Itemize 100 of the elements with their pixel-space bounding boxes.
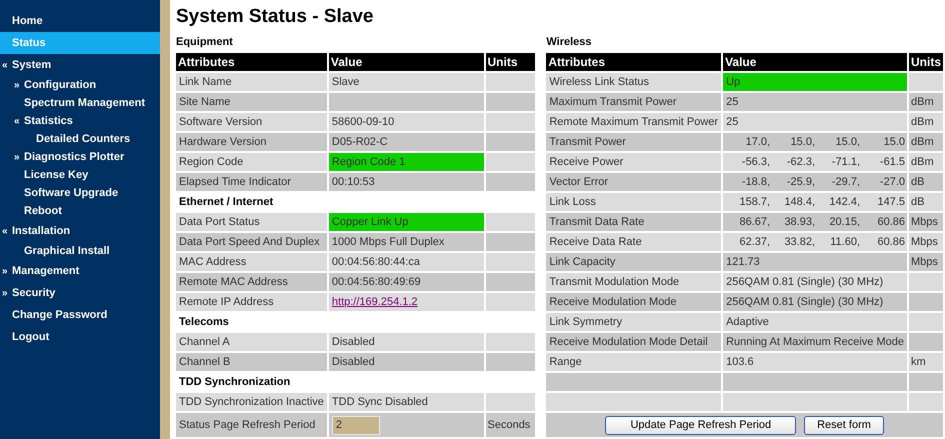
value-text: 148.4, [783, 194, 816, 210]
nav-item[interactable]: « Installation [0, 220, 160, 242]
value-text: 15.0 [882, 134, 905, 150]
value-text: 11.60, [829, 234, 860, 250]
attribute-cell: TDD Synchronization Inactive [176, 393, 327, 411]
form-button[interactable]: Reset form [804, 416, 884, 434]
attribute-cell: Data Port Status [176, 213, 327, 231]
value-cell: Region Code 1 [328, 153, 484, 171]
units-cell: dBm [909, 133, 943, 151]
attribute-cell: Link Name [176, 73, 327, 91]
value-cell: 00:10:53 [328, 173, 484, 191]
attribute-cell: Receive Data Rate [546, 233, 722, 251]
value-text: -71.1, [830, 154, 860, 170]
units-cell: dBm [909, 153, 943, 171]
page-title: System Status - Slave [176, 5, 374, 30]
column-header: Attributes [546, 53, 722, 71]
units-cell: Mbps [909, 253, 943, 271]
value-text: 158.7, [738, 194, 770, 210]
nav-item[interactable]: Home [0, 10, 160, 32]
attribute-cell: Link Capacity [546, 253, 722, 271]
value-cell: 256QAM 0.81 (Single) (30 MHz) [723, 293, 907, 311]
value-cell: 25 [723, 113, 907, 131]
value-cell: D05-R02-C [328, 133, 484, 151]
section-title: Wireless [546, 34, 593, 50]
nav-item[interactable]: Spectrum Management [0, 94, 160, 112]
value-cell: Slave [328, 73, 484, 91]
nav-item[interactable]: » Diagnostics Plotter [0, 148, 160, 166]
attribute-cell: Transmit Data Rate [546, 213, 722, 231]
attribute-cell: Transmit Power [546, 133, 722, 151]
section-title: Equipment [176, 34, 234, 50]
nav-item[interactable]: Reboot [0, 202, 160, 220]
value-cell: 00:04:56:80:49:69 [328, 273, 484, 291]
value-cell: Adaptive [723, 313, 907, 331]
attribute-cell: Range [546, 353, 722, 371]
column-header: Value [328, 53, 484, 71]
value-text: 86.67, [738, 214, 770, 230]
section-heading: Telecoms [178, 314, 230, 330]
value-cell: 25 [723, 93, 907, 111]
attribute-cell: Channel B [176, 353, 327, 371]
column-header: Value [723, 53, 907, 71]
value-cell: Running At Maximum Receive Mode [723, 333, 907, 351]
units-cell: dBm [909, 93, 943, 111]
attribute-cell: Remote MAC Address [176, 273, 327, 291]
value-text: 38.93, [783, 214, 816, 230]
attribute-cell: MAC Address [176, 253, 327, 271]
value-text: -27.0 [878, 174, 905, 190]
units-cell: Mbps [909, 233, 943, 251]
input-field[interactable]: 2 [332, 416, 380, 434]
nav-item[interactable]: Detailed Counters [0, 130, 160, 148]
value-cell: 1000 Mbps Full Duplex [328, 233, 484, 251]
section-heading: TDD Synchronization [178, 374, 292, 390]
section-heading: Ethernet / Internet [178, 194, 274, 210]
nav-item[interactable]: Change Password [0, 304, 160, 326]
value-cell: Copper Link Up [328, 213, 484, 231]
attribute-cell: Receive Modulation Mode Detail [546, 333, 722, 351]
nav-item[interactable]: » Management [0, 260, 160, 282]
units-cell: Seconds [486, 413, 536, 437]
value-text: 60.86 [876, 234, 905, 250]
nav-item[interactable]: » Configuration [0, 76, 160, 94]
value-cell: Disabled [328, 333, 484, 351]
value-text: -56.3, [740, 154, 770, 170]
attribute-cell: Channel A [176, 333, 327, 351]
value-text: -25.9, [786, 174, 816, 190]
column-header: Units [909, 53, 943, 71]
nav-item[interactable]: Software Upgrade [0, 184, 160, 202]
value-cell: 103.6 [723, 353, 907, 371]
value-text: 147.5 [876, 194, 905, 210]
nav-item[interactable]: Graphical Install [0, 242, 160, 260]
units-cell: dB [909, 173, 943, 191]
nav-item[interactable]: License Key [0, 166, 160, 184]
nav-item[interactable]: « System [0, 54, 160, 76]
attribute-cell: Link Loss [546, 193, 722, 211]
attribute-cell: Remote Maximum Transmit Power [546, 113, 722, 131]
attribute-cell: Wireless Link Status [546, 73, 722, 91]
attribute-cell: Receive Modulation Mode [546, 293, 722, 311]
value-text: 60.86 [876, 214, 905, 230]
value-text: -62.3, [786, 154, 816, 170]
attribute-cell: Link Symmetry [546, 313, 722, 331]
value-cell: 58600-09-10 [328, 113, 484, 131]
ip-link[interactable]: http://169.254.1.2 [332, 296, 418, 308]
attribute-cell: Receive Power [546, 153, 722, 171]
column-header: Attributes [176, 53, 327, 71]
attribute-cell: Data Port Speed And Duplex [176, 233, 327, 251]
nav-item[interactable]: » Security [0, 282, 160, 304]
form-button[interactable]: Update Page Refresh Period [605, 416, 796, 434]
value-cell: Up [723, 73, 907, 91]
value-text: 15.0, [790, 134, 816, 150]
value-text: -18.8, [740, 174, 770, 190]
attribute-cell: Software Version [176, 113, 327, 131]
value-cell: 00:04:56:80:44:ca [328, 253, 484, 271]
value-cell: 121.73 [723, 253, 907, 271]
attribute-cell: Status Page Refresh Period [176, 413, 327, 437]
attribute-cell: Hardware Version [176, 133, 327, 151]
nav-item[interactable]: Logout [0, 326, 160, 348]
value-cell: TDD Sync Disabled [328, 393, 484, 411]
nav-item[interactable]: « Statistics [0, 112, 160, 130]
value-text: 33.82, [783, 234, 816, 250]
value-text: 17.0, [744, 134, 770, 150]
attribute-cell: Maximum Transmit Power [546, 93, 722, 111]
units-cell: Mbps [909, 213, 943, 231]
